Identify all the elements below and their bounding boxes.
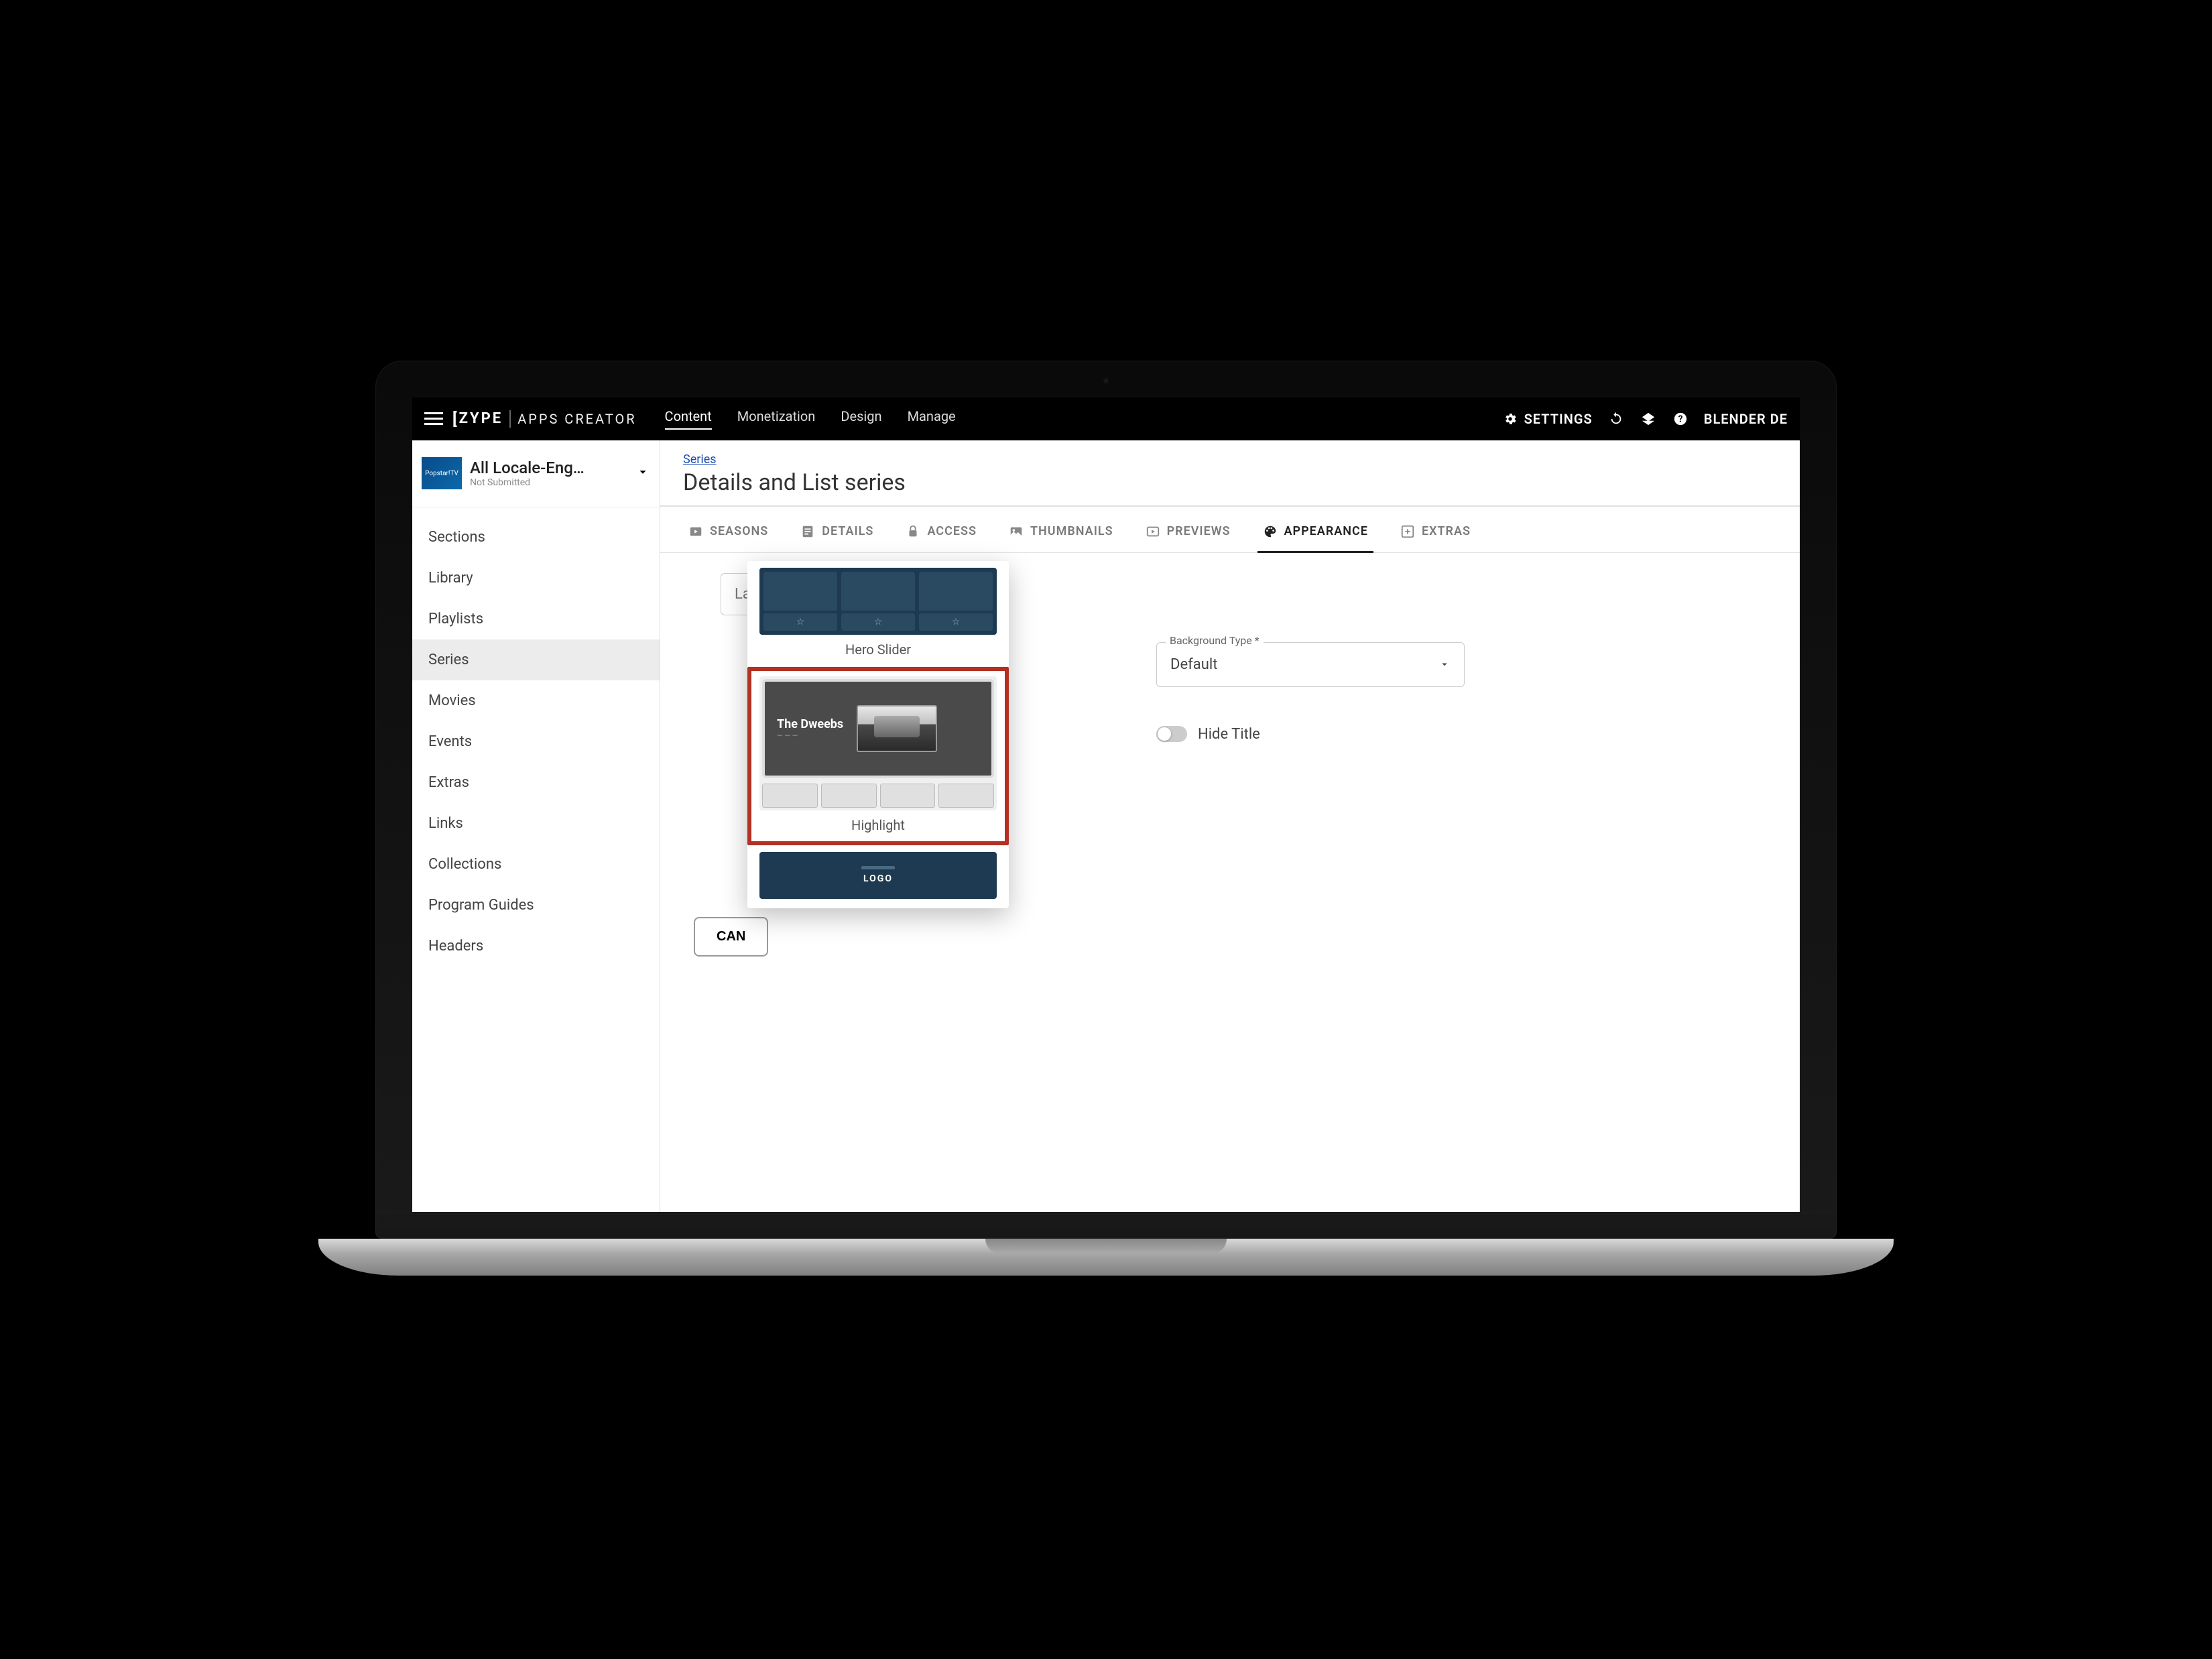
logo-text: ZYPE (459, 410, 503, 427)
breadcrumb-parent[interactable]: Series (683, 452, 717, 467)
seasons-icon (688, 524, 703, 539)
bg-type-value: Default (1170, 656, 1217, 673)
previews-icon (1146, 524, 1160, 539)
laptop-base (318, 1239, 1894, 1276)
sidebar-item-series[interactable]: Series (412, 639, 660, 680)
sidebar-item-extras[interactable]: Extras (412, 762, 660, 803)
breadcrumb: Series (683, 452, 1777, 467)
details-icon (800, 524, 815, 539)
hero-slider-preview: ☆☆☆ (759, 568, 997, 635)
main-content: Series Details and List series SEASONS D… (660, 440, 1800, 1212)
nav-content[interactable]: Content (665, 408, 712, 430)
sidebar: Popstar!TV All Locale-Eng… Not Submitted… (412, 440, 660, 1212)
app-thumbnail: Popstar!TV (422, 457, 462, 489)
tabs: SEASONS DETAILS ACCESS THUMBNAILS (660, 507, 1800, 553)
template-label: Hero Slider (759, 641, 997, 658)
sidebar-item-events[interactable]: Events (412, 721, 660, 762)
topnav-menu: Content Monetization Design Manage (665, 408, 956, 430)
main-header: Series Details and List series (660, 440, 1800, 507)
laptop-notch (985, 1239, 1227, 1253)
highlight-sample-title: The Dweebs (777, 717, 843, 731)
template-picker-popup: ☆☆☆ Hero Slider The Dweebs — — — (747, 561, 1009, 908)
hide-title-label: Hide Title (1198, 726, 1260, 743)
app-title: All Locale-Eng… (470, 458, 585, 477)
brand-logo[interactable]: [ZYPE APPS CREATOR (452, 410, 637, 428)
logo-preview: LOGO (759, 852, 997, 899)
menu-hamburger-icon[interactable] (424, 412, 443, 425)
highlight-sample-sub: — — — (777, 731, 843, 740)
tab-extras[interactable]: EXTRAS (1399, 519, 1472, 552)
palette-icon (1263, 524, 1278, 539)
gear-icon (1501, 410, 1519, 428)
template-option-highlight[interactable]: The Dweebs — — — Highlight (747, 667, 1009, 845)
help-icon[interactable]: ? (1672, 410, 1689, 428)
nav-monetization[interactable]: Monetization (737, 408, 816, 430)
tab-previews[interactable]: PREVIEWS (1144, 519, 1232, 552)
tab-thumbnails-label: THUMBNAILS (1030, 524, 1113, 538)
product-name: APPS CREATOR (517, 411, 636, 427)
chevron-down-icon (635, 465, 650, 482)
hide-title-toggle[interactable] (1156, 726, 1187, 742)
sidebar-item-sections[interactable]: Sections (412, 517, 660, 558)
appearance-form: Language ps (660, 553, 1800, 977)
cancel-button[interactable]: CAN (694, 917, 768, 957)
sidebar-app-selector[interactable]: Popstar!TV All Locale-Eng… Not Submitted (412, 440, 660, 507)
sidebar-item-playlists[interactable]: Playlists (412, 599, 660, 639)
sidebar-nav: Sections Library Playlists Series Movies… (412, 507, 660, 967)
sidebar-item-library[interactable]: Library (412, 558, 660, 599)
tab-seasons-label: SEASONS (710, 524, 768, 538)
sidebar-item-headers[interactable]: Headers (412, 926, 660, 967)
user-menu[interactable]: BLENDER DE (1704, 411, 1788, 427)
tab-details-label: DETAILS (822, 524, 873, 538)
lock-icon (906, 524, 920, 539)
logo-preview-text: LOGO (863, 873, 893, 884)
tab-details[interactable]: DETAILS (799, 519, 875, 552)
layers-icon[interactable] (1640, 410, 1657, 428)
plus-box-icon (1400, 524, 1415, 539)
sidebar-item-movies[interactable]: Movies (412, 680, 660, 721)
template-option-logo[interactable]: LOGO (747, 845, 1009, 908)
laptop-mockup: [ZYPE APPS CREATOR Content Monetization … (375, 361, 1837, 1299)
tab-extras-label: EXTRAS (1422, 524, 1471, 538)
highlight-preview: The Dweebs — — — (759, 676, 997, 810)
tab-thumbnails[interactable]: THUMBNAILS (1007, 519, 1115, 552)
highlight-sample-image (857, 705, 937, 752)
tab-access[interactable]: ACCESS (904, 519, 978, 552)
tab-seasons[interactable]: SEASONS (687, 519, 770, 552)
settings-button[interactable]: SETTINGS (1501, 410, 1593, 428)
app-screen: [ZYPE APPS CREATOR Content Monetization … (412, 397, 1800, 1212)
sidebar-item-links[interactable]: Links (412, 803, 660, 844)
tab-appearance[interactable]: APPEARANCE (1262, 519, 1369, 552)
page-title: Details and List series (683, 469, 1777, 496)
sync-icon[interactable] (1607, 410, 1625, 428)
sidebar-item-collections[interactable]: Collections (412, 844, 660, 885)
sidebar-item-program-guides[interactable]: Program Guides (412, 885, 660, 926)
tab-access-label: ACCESS (927, 524, 977, 538)
tab-appearance-label: APPEARANCE (1284, 524, 1368, 538)
template-label: Highlight (759, 817, 997, 833)
svg-text:?: ? (1678, 414, 1682, 424)
template-option-hero-slider[interactable]: ☆☆☆ Hero Slider (747, 561, 1009, 667)
settings-label: SETTINGS (1524, 411, 1593, 427)
image-icon (1009, 524, 1024, 539)
chevron-down-icon (1438, 658, 1451, 670)
nav-manage[interactable]: Manage (908, 408, 956, 430)
tab-previews-label: PREVIEWS (1167, 524, 1231, 538)
top-navbar: [ZYPE APPS CREATOR Content Monetization … (412, 397, 1800, 440)
background-type-select[interactable]: Default (1156, 642, 1465, 687)
laptop-camera (1102, 377, 1110, 385)
app-status: Not Submitted (470, 477, 585, 488)
bg-type-label: Background Type * (1166, 634, 1264, 647)
nav-design[interactable]: Design (841, 408, 881, 430)
